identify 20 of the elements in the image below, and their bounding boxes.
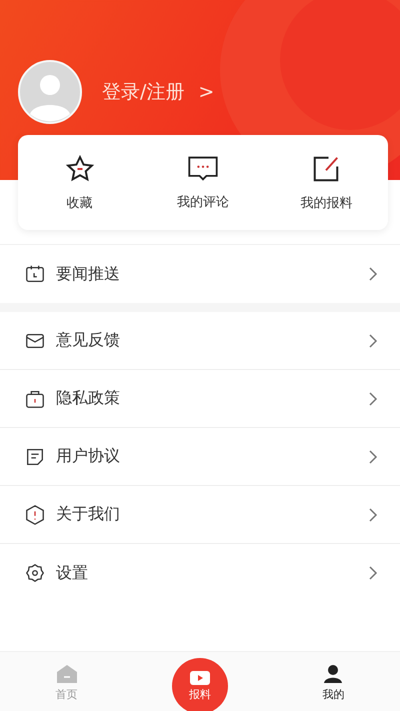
chevron-right-icon [368, 565, 378, 581]
info-icon [24, 504, 46, 526]
chevron-right-icon [368, 390, 378, 406]
quick-action-button[interactable]: 我的报料 [264, 135, 388, 230]
avatar[interactable] [18, 60, 82, 124]
chevron-right-icon [368, 266, 378, 282]
settings-icon [24, 562, 46, 584]
nav-tab[interactable]: 我的 [266, 652, 400, 711]
quick-action-button[interactable]: 收藏 [18, 135, 142, 230]
chevron-right-icon [368, 332, 378, 348]
home-icon [56, 664, 78, 684]
play-icon [188, 670, 211, 686]
chevron-right-icon [368, 448, 378, 464]
quick-action-button[interactable]: 我的评论 [141, 135, 265, 230]
chevron-right-icon [368, 506, 378, 522]
calendar-icon [24, 263, 46, 285]
comment-icon [186, 154, 219, 182]
person-icon [322, 664, 344, 684]
star-icon [64, 154, 95, 184]
report-button[interactable]: 报料 [172, 658, 228, 711]
